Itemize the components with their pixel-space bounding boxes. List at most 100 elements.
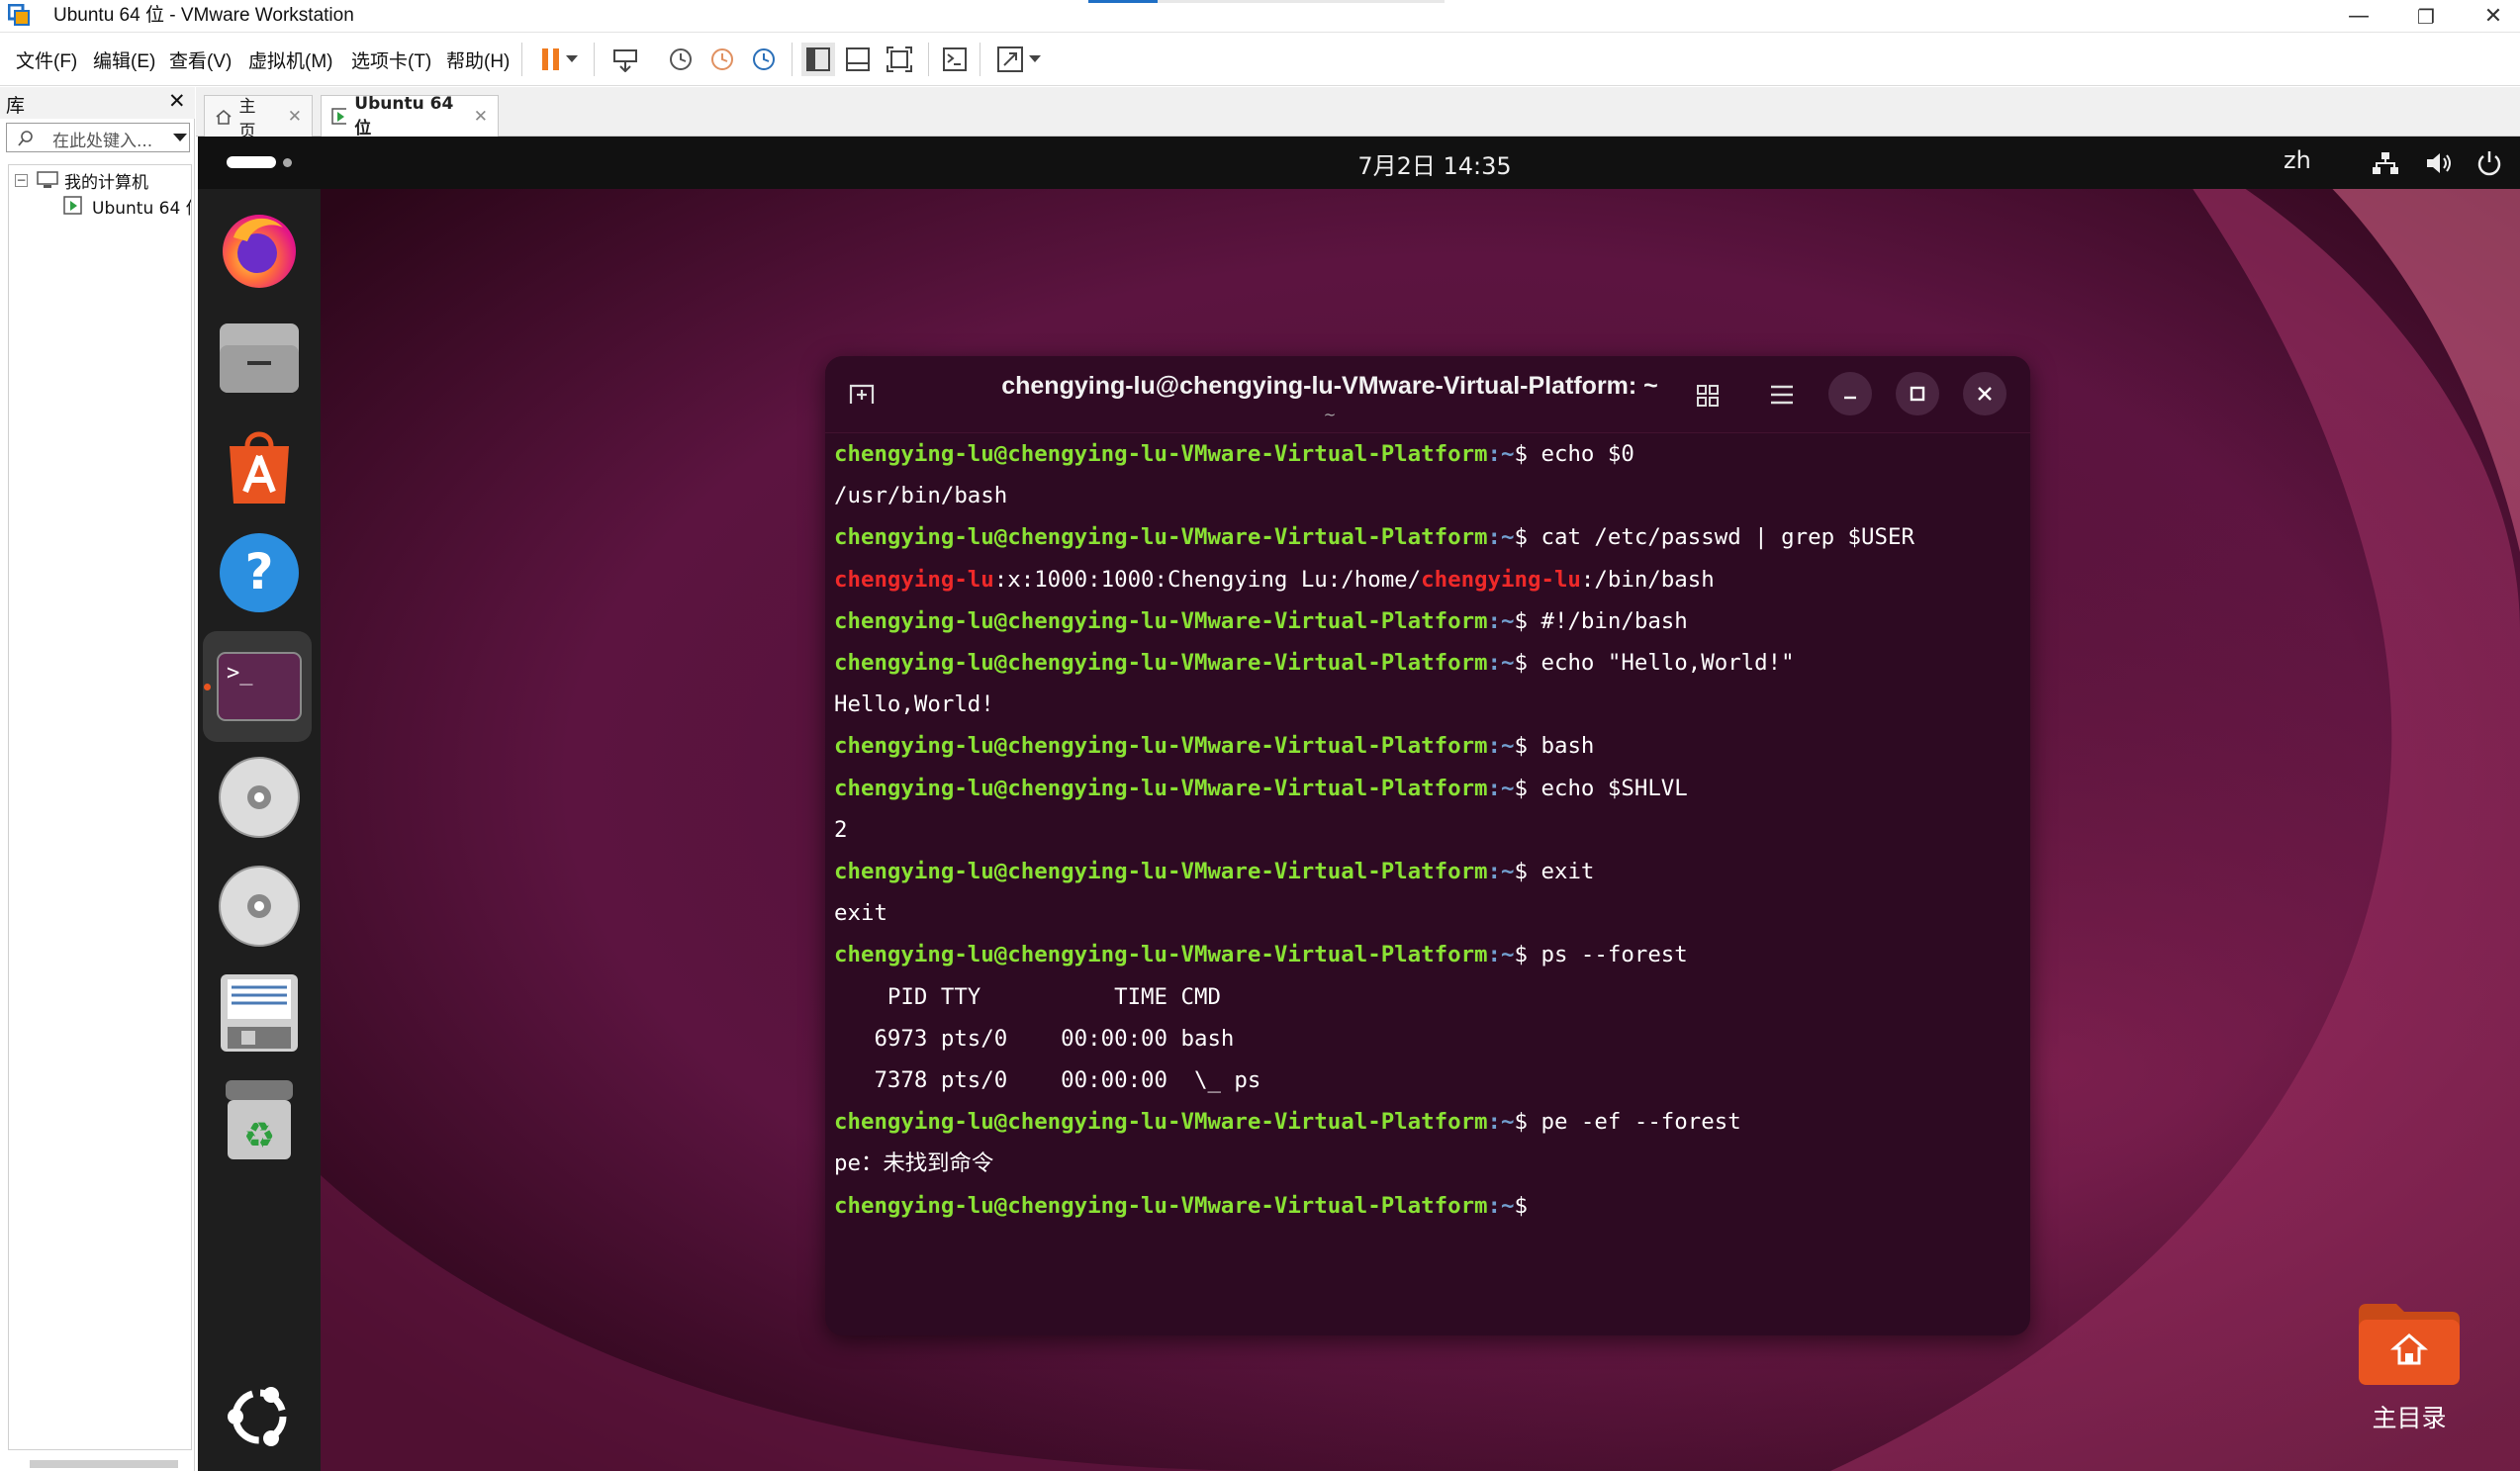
title-accent bbox=[1088, 0, 1445, 3]
close-button[interactable]: ✕ bbox=[2468, 0, 2519, 33]
desktop-home-folder[interactable]: 主目录 bbox=[2345, 1302, 2464, 1450]
activities-indicator[interactable] bbox=[227, 156, 276, 168]
dock-disc-1[interactable] bbox=[215, 753, 304, 842]
terminal-line: chengying-lu@chengying-lu-VMware-Virtual… bbox=[834, 646, 1795, 680]
snapshot-icon[interactable] bbox=[664, 43, 698, 76]
fullscreen-view-icon[interactable] bbox=[883, 43, 916, 76]
passwd-text: :x:1000:1000:Chengying Lu:/home/ bbox=[993, 566, 1422, 593]
grep-match: chengying-lu bbox=[1421, 566, 1581, 593]
tree-vm-item[interactable]: Ubuntu 64 位 bbox=[92, 194, 191, 219]
terminal-maximize-button[interactable] bbox=[1896, 372, 1939, 415]
running-indicator bbox=[204, 684, 211, 690]
firefox-icon bbox=[223, 215, 296, 288]
prompt-user: chengying-lu@chengying-lu-VMware-Virtual… bbox=[834, 607, 1488, 634]
restore-button[interactable]: ❐ bbox=[2400, 0, 2452, 33]
prompt-suffix: :~$ bbox=[1487, 441, 1528, 467]
terminal-line: chengying-lu@chengying-lu-VMware-Virtual… bbox=[834, 1105, 1741, 1139]
vm-running-icon bbox=[63, 196, 82, 215]
tab-close-icon[interactable]: ✕ bbox=[288, 107, 302, 127]
ubuntu-desktop[interactable]: 7月2日 14:35 zh ? >_ ♻ chengying-lu@chengy… bbox=[198, 137, 2520, 1471]
search-icon bbox=[18, 131, 33, 146]
command-text: cat /etc/passwd | grep $USER bbox=[1528, 524, 1914, 551]
dock-trash[interactable]: ♻ bbox=[215, 1075, 304, 1164]
output-text: 6973 pts/0 00:00:00 bash bbox=[834, 1025, 1235, 1052]
menu-view[interactable]: 查看(V) bbox=[169, 46, 232, 73]
prompt-suffix: :~$ bbox=[1487, 775, 1528, 801]
tab-home[interactable]: 主页 ✕ bbox=[204, 95, 313, 141]
library-scrollbar[interactable] bbox=[30, 1460, 178, 1468]
terminal-output[interactable]: chengying-lu@chengying-lu-VMware-Virtual… bbox=[825, 433, 2030, 1335]
dock-help[interactable]: ? bbox=[215, 528, 304, 617]
minimize-icon bbox=[1844, 396, 1856, 400]
tab-vm[interactable]: Ubuntu 64 位 ✕ bbox=[321, 94, 499, 138]
stretch-guest-icon[interactable] bbox=[993, 43, 1027, 76]
terminal-minimize-button[interactable] bbox=[1828, 372, 1872, 415]
prompt-path: :~ bbox=[1487, 1192, 1515, 1219]
pause-dropdown-icon[interactable] bbox=[562, 43, 582, 76]
vmware-app-icon bbox=[7, 3, 34, 28]
menu-help[interactable]: 帮助(H) bbox=[446, 46, 510, 73]
computer-icon bbox=[37, 171, 58, 188]
output-text: /usr/bin/bash bbox=[834, 483, 1008, 509]
menu-tabs[interactable]: 选项卡(T) bbox=[351, 46, 431, 73]
console-view-icon[interactable] bbox=[841, 43, 875, 76]
tree-root-label[interactable]: 我的计算机 bbox=[64, 168, 148, 193]
terminal-headerbar: chengying-lu@chengying-lu-VMware-Virtual… bbox=[825, 356, 2030, 433]
disc-icon bbox=[219, 757, 300, 838]
ubuntu-logo-icon bbox=[228, 1387, 287, 1446]
vmware-titlebar: Ubuntu 64 位 - VMware Workstation — ❐ ✕ bbox=[0, 0, 2520, 33]
dock-text-editor[interactable] bbox=[215, 968, 304, 1057]
terminal-window[interactable]: chengying-lu@chengying-lu-VMware-Virtual… bbox=[825, 356, 2030, 1335]
text-editor-icon bbox=[221, 974, 298, 1052]
menu-edit[interactable]: 编辑(E) bbox=[93, 46, 155, 73]
tab-close-icon[interactable]: ✕ bbox=[474, 107, 488, 127]
clock[interactable]: 7月2日 14:35 bbox=[1286, 146, 1583, 181]
console-icon[interactable] bbox=[938, 43, 972, 76]
hamburger-menu-icon[interactable] bbox=[1769, 384, 1795, 406]
toolbar-separator bbox=[792, 43, 793, 76]
prompt-user: chengying-lu@chengying-lu-VMware-Virtual… bbox=[834, 942, 1488, 968]
home-folder-icon bbox=[2359, 1304, 2460, 1385]
chevron-down-icon[interactable] bbox=[173, 134, 187, 142]
library-search-input[interactable]: 在此处键入... bbox=[6, 123, 190, 152]
prompt-path: :~ bbox=[1487, 441, 1515, 467]
dock-files[interactable] bbox=[215, 314, 304, 403]
minimize-button[interactable]: — bbox=[2333, 0, 2384, 33]
terminal-line: 6973 pts/0 00:00:00 bash bbox=[834, 1022, 1234, 1056]
workspace-dot[interactable] bbox=[283, 158, 292, 167]
terminal-close-button[interactable] bbox=[1963, 372, 2007, 415]
prompt-suffix: :~$ bbox=[1487, 942, 1528, 968]
stretch-dropdown-icon[interactable] bbox=[1025, 43, 1045, 76]
terminal-line: /usr/bin/bash bbox=[834, 479, 1007, 512]
library-view-icon[interactable] bbox=[801, 43, 835, 76]
desktop-folder-label[interactable]: 主目录 bbox=[2345, 1399, 2473, 1434]
ubuntu-dock: ? >_ ♻ bbox=[198, 189, 321, 1471]
prompt-suffix: :~$ bbox=[1487, 1192, 1528, 1219]
volume-icon[interactable] bbox=[2424, 150, 2454, 176]
terminal-line: chengying-lu@chengying-lu-VMware-Virtual… bbox=[834, 855, 1594, 888]
prompt-path: :~ bbox=[1487, 650, 1515, 676]
library-panel: 库 ✕ 在此处键入... − 我的计算机 Ubuntu 64 位 bbox=[0, 87, 195, 1471]
network-icon[interactable] bbox=[2371, 150, 2400, 176]
app-center-icon bbox=[230, 431, 289, 504]
tab-overview-icon[interactable] bbox=[1696, 384, 1722, 408]
library-close-button[interactable]: ✕ bbox=[168, 89, 186, 113]
revert-snapshot-icon[interactable] bbox=[705, 43, 739, 76]
dock-show-apps[interactable] bbox=[215, 1372, 304, 1461]
menu-vm[interactable]: 虚拟机(M) bbox=[248, 46, 332, 73]
prompt-user: chengying-lu@chengying-lu-VMware-Virtual… bbox=[834, 1192, 1488, 1219]
input-language[interactable]: zh bbox=[2284, 146, 2311, 174]
menu-file[interactable]: 文件(F) bbox=[16, 46, 77, 73]
dock-firefox[interactable] bbox=[215, 205, 304, 294]
dock-app-center[interactable] bbox=[215, 421, 304, 510]
command-text: echo $0 bbox=[1528, 441, 1634, 467]
snapshot-manager-icon[interactable] bbox=[747, 43, 781, 76]
terminal-icon: >_ bbox=[217, 652, 302, 721]
tree-collapse-toggle[interactable]: − bbox=[15, 174, 28, 187]
library-header: 库 ✕ bbox=[0, 87, 195, 119]
dock-disc-2[interactable] bbox=[215, 862, 304, 951]
power-icon[interactable] bbox=[2475, 149, 2503, 177]
new-tab-icon[interactable] bbox=[847, 380, 877, 408]
send-keys-icon[interactable] bbox=[608, 43, 642, 76]
dock-terminal[interactable]: >_ bbox=[215, 642, 304, 731]
